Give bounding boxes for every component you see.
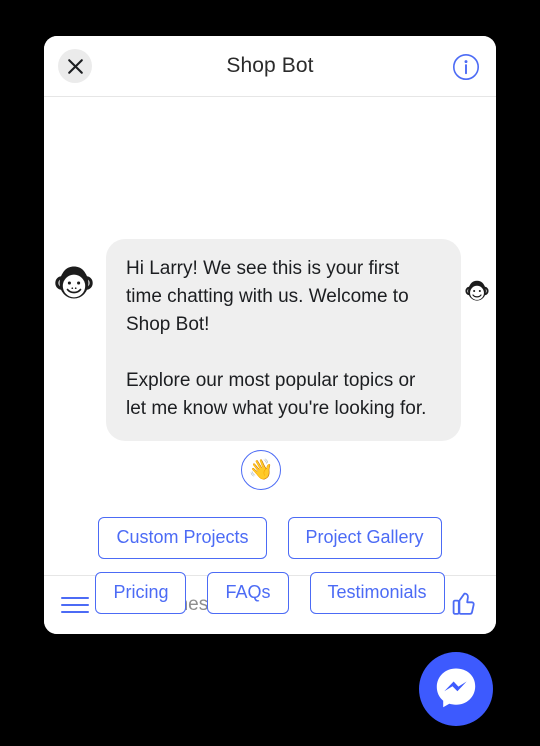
message-paragraph-1: Hi Larry! We see this is your first time… xyxy=(126,258,409,335)
chat-panel: Shop Bot Hi Larry! We see this is your f… xyxy=(44,36,496,634)
messenger-launcher-button[interactable] xyxy=(419,652,493,726)
chat-header: Shop Bot xyxy=(44,36,496,97)
info-button[interactable] xyxy=(451,52,480,81)
bot-message-bubble: Hi Larry! We see this is your first time… xyxy=(106,239,461,441)
message-paragraph-2: Explore our most popular topics or let m… xyxy=(126,370,427,419)
page-title: Shop Bot xyxy=(226,54,314,77)
info-icon xyxy=(452,53,480,81)
conversation-area: Hi Larry! We see this is your first time… xyxy=(44,97,496,614)
monkey-avatar-small-icon xyxy=(464,278,490,304)
quick-reply-faqs[interactable]: FAQs xyxy=(207,572,289,614)
quick-reply-project-gallery[interactable]: Project Gallery xyxy=(287,517,442,559)
close-icon xyxy=(67,58,84,75)
monkey-avatar-icon xyxy=(53,262,95,304)
waving-hand-reaction[interactable]: 👋 xyxy=(241,450,281,490)
quick-reply-pricing[interactable]: Pricing xyxy=(95,572,187,614)
close-button[interactable] xyxy=(58,49,92,83)
quick-replies: Custom Projects Project Gallery Pricing … xyxy=(44,517,496,614)
quick-reply-row-1: Custom Projects Project Gallery xyxy=(58,517,482,559)
quick-reply-custom-projects[interactable]: Custom Projects xyxy=(98,517,267,559)
screen: Shop Bot Hi Larry! We see this is your f… xyxy=(0,0,540,746)
messenger-logo-icon xyxy=(433,664,479,715)
quick-reply-row-2: Pricing FAQs Testimonials xyxy=(58,572,482,614)
quick-reply-testimonials[interactable]: Testimonials xyxy=(309,572,445,614)
waving-hand-icon: 👋 xyxy=(248,459,274,481)
